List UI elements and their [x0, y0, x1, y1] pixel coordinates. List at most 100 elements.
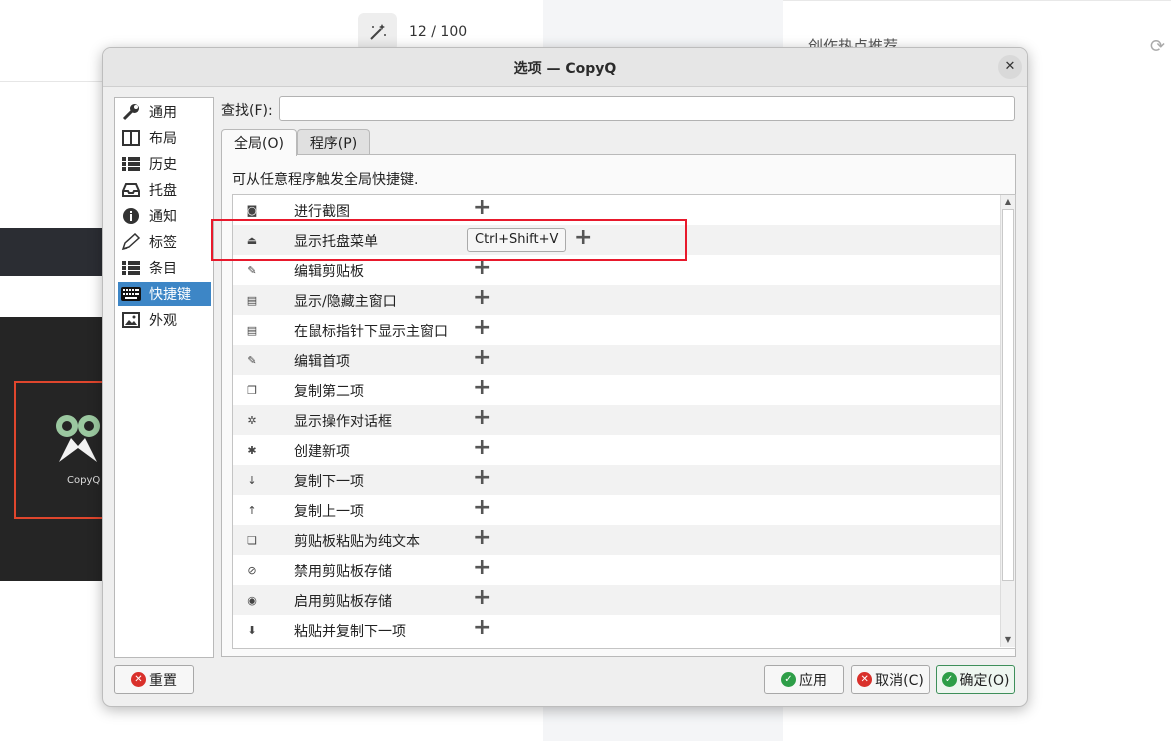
sidebar-item-items[interactable]: 条目: [118, 256, 211, 280]
sidebar-item-notification[interactable]: 通知: [118, 204, 211, 228]
check-circle-icon: ✓: [941, 672, 957, 687]
edit-icon: ✎: [247, 263, 257, 277]
sidebar-item-label: 托盘: [149, 183, 177, 199]
edit-icon: ✎: [247, 353, 257, 367]
shortcut-name: 显示/隐藏主窗口: [294, 294, 397, 310]
tray-icon: [121, 180, 141, 200]
close-circle-icon: ✕: [857, 672, 873, 687]
shortcut-row[interactable]: ⊘ 禁用剪贴板存储 +: [233, 555, 1000, 585]
shortcut-row[interactable]: ✱ 创建新项 +: [233, 435, 1000, 465]
apply-button[interactable]: ✓ 应用: [764, 665, 844, 694]
sidebar-item-tabs[interactable]: 标签: [118, 230, 211, 254]
add-shortcut-button[interactable]: +: [473, 437, 491, 459]
add-shortcut-button[interactable]: +: [473, 377, 491, 399]
sidebar-item-layout[interactable]: 布局: [118, 126, 211, 150]
sidebar-item-label: 布局: [149, 131, 177, 147]
window-list-icon: ▤: [246, 323, 258, 337]
arrow-up-icon: ↑: [247, 503, 257, 517]
sidebar-item-general[interactable]: 通用: [118, 100, 211, 124]
sidebar-item-shortcuts[interactable]: 快捷键: [118, 282, 211, 306]
add-shortcut-button[interactable]: +: [473, 407, 491, 429]
sidebar-item-label: 通用: [149, 105, 177, 121]
options-dialog: 选项 — CopyQ ✕ 通用 布局 历史 托盘 通知 标签 条目 快捷键 外观…: [102, 47, 1028, 707]
shortcut-row[interactable]: ↑ 复制上一项 +: [233, 495, 1000, 525]
sidebar-item-label: 标签: [149, 235, 177, 251]
shortcut-row[interactable]: ⬇ 粘贴并复制下一项 +: [233, 615, 1000, 645]
sidebar-item-appearance[interactable]: 外观: [118, 308, 211, 332]
apply-button-label: 应用: [799, 672, 827, 689]
tab-programs[interactable]: 程序(P): [297, 129, 370, 155]
annotation-highlight-box: [211, 219, 687, 261]
shortcut-name: 复制上一项: [294, 504, 364, 520]
image-icon: [121, 310, 141, 330]
add-shortcut-button[interactable]: +: [473, 617, 491, 639]
shortcut-row[interactable]: ❐ 复制第二项 +: [233, 375, 1000, 405]
gear-icon: ✲: [247, 413, 257, 427]
eye-icon: ◉: [247, 593, 257, 607]
arrow-down-icon: ↓: [247, 473, 257, 487]
shortcut-list: ◙ 进行截图 + ⏏ 显示托盘菜单 Ctrl+Shift+V + ✎ 编辑剪贴板 + ▤ 显示/隐藏主…: [232, 194, 1016, 649]
cancel-button-label: 取消(C): [875, 672, 924, 689]
sidebar-item-label: 条目: [149, 261, 177, 277]
add-shortcut-button[interactable]: +: [473, 317, 491, 339]
shortcut-name: 编辑首项: [294, 354, 350, 370]
shortcut-row[interactable]: ▤ 在鼠标指针下显示主窗口 +: [233, 315, 1000, 345]
add-shortcut-button[interactable]: +: [473, 527, 491, 549]
asterisk-icon: ✱: [247, 443, 257, 457]
shortcut-name: 复制第二项: [294, 384, 364, 400]
add-shortcut-button[interactable]: +: [473, 587, 491, 609]
sidebar-item-history[interactable]: 历史: [118, 152, 211, 176]
reset-button-label: 重置: [149, 672, 177, 689]
cancel-button[interactable]: ✕ 取消(C): [851, 665, 930, 694]
shortcut-row[interactable]: ▤ 显示/隐藏主窗口 +: [233, 285, 1000, 315]
add-shortcut-button[interactable]: +: [473, 347, 491, 369]
close-button[interactable]: ✕: [998, 55, 1022, 79]
scrollbar-thumb[interactable]: [1002, 209, 1014, 581]
search-input[interactable]: [279, 96, 1015, 121]
add-shortcut-button[interactable]: +: [473, 467, 491, 489]
columns-icon: [121, 128, 141, 148]
circle-down-icon: ⬇: [247, 623, 257, 637]
shortcut-row[interactable]: ❏ 剪贴板粘贴为纯文本 +: [233, 525, 1000, 555]
shortcut-name: 粘贴并复制下一项: [294, 624, 406, 640]
close-circle-icon: ✕: [131, 672, 146, 687]
shortcut-row[interactable]: ✲ 显示操作对话框 +: [233, 405, 1000, 435]
add-shortcut-button[interactable]: +: [473, 497, 491, 519]
dialog-titlebar[interactable]: 选项 — CopyQ ✕: [103, 48, 1027, 87]
add-shortcut-button[interactable]: +: [473, 287, 491, 309]
magic-wand-icon[interactable]: [358, 13, 397, 51]
copyq-logo-icon: [53, 412, 103, 474]
shortcut-name: 在鼠标指针下显示主窗口: [294, 324, 448, 340]
shortcut-name: 进行截图: [294, 204, 350, 220]
reset-button[interactable]: ✕ 重置: [114, 665, 194, 694]
sidebar-item-label: 快捷键: [149, 287, 191, 303]
paste-icon: ❏: [247, 533, 257, 547]
shortcut-row[interactable]: ✎ 编辑首项 +: [233, 345, 1000, 375]
camera-icon: ◙: [246, 203, 258, 217]
panel-description: 可从任意程序触发全局快捷键.: [232, 172, 419, 188]
sidebar-item-label: 历史: [149, 157, 177, 173]
vertical-scrollbar[interactable]: ▲ ▼: [1000, 195, 1015, 647]
ok-button[interactable]: ✓ 确定(O): [936, 665, 1015, 694]
ok-button-label: 确定(O): [959, 672, 1010, 689]
list-icon: [121, 154, 141, 174]
shortcut-name: 创建新项: [294, 444, 350, 460]
shortcut-row[interactable]: ↓ 复制下一项 +: [233, 465, 1000, 495]
scroll-up-arrow-icon[interactable]: ▲: [1001, 195, 1015, 209]
window-list-icon: ▤: [246, 293, 258, 307]
add-shortcut-button[interactable]: +: [473, 557, 491, 579]
check-circle-icon: ✓: [781, 672, 796, 687]
shortcut-name: 禁用剪贴板存储: [294, 564, 392, 580]
logo-label: CopyQ: [67, 475, 101, 486]
refresh-icon[interactable]: ⟳: [1150, 36, 1165, 57]
divider: [783, 0, 1171, 1]
sidebar-item-tray[interactable]: 托盘: [118, 178, 211, 202]
items-icon: [121, 258, 141, 278]
shortcut-row[interactable]: ◉ 启用剪贴板存储 +: [233, 585, 1000, 615]
tab-global[interactable]: 全局(O): [221, 129, 297, 156]
add-shortcut-button[interactable]: +: [473, 197, 491, 219]
shortcut-name: 显示操作对话框: [294, 414, 392, 430]
sidebar-item-label: 通知: [149, 209, 177, 225]
scroll-down-arrow-icon[interactable]: ▼: [1001, 633, 1015, 647]
eye-slash-icon: ⊘: [247, 563, 257, 577]
